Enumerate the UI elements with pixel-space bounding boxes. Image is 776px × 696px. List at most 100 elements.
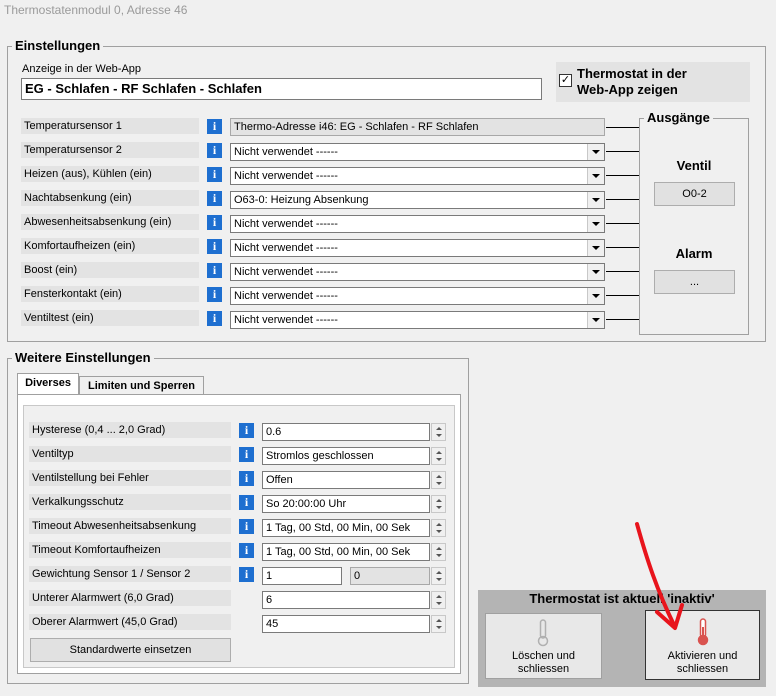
spin-up-icon[interactable]: [436, 523, 442, 526]
tab-diverses[interactable]: Diverses: [17, 373, 79, 395]
info-icon[interactable]: i: [239, 423, 254, 438]
row-label-verkalkungsschutz: Verkalkungsschutz: [29, 494, 231, 510]
spin-up-icon[interactable]: [436, 595, 442, 598]
tab-limiten-und-sperren[interactable]: Limiten und Sperren: [79, 376, 204, 395]
row-label-nachtabsenkung: Nachtabsenkung (ein): [21, 190, 199, 206]
spin-down-icon[interactable]: [436, 482, 442, 485]
info-icon[interactable]: i: [207, 191, 222, 206]
info-icon[interactable]: i: [207, 143, 222, 158]
timeout-abwesenheit-input[interactable]: 1 Tag, 00 Std, 00 Min, 00 Sek: [262, 519, 430, 537]
spin-up-icon[interactable]: [436, 475, 442, 478]
webapp-checkbox[interactable]: ✓: [559, 74, 572, 87]
aktivieren-label-line1: Aktivieren und: [667, 650, 738, 662]
connector-line: [606, 127, 639, 128]
chevron-down-icon[interactable]: [587, 312, 604, 328]
fensterkontakt-select[interactable]: Nicht verwendet ------: [230, 287, 605, 305]
unterer-alarmwert-spinner[interactable]: [431, 591, 446, 609]
spin-down-icon[interactable]: [436, 530, 442, 533]
info-icon[interactable]: i: [207, 167, 222, 182]
timeout-abwesenheit-spinner[interactable]: [431, 519, 446, 537]
webapp-name-input[interactable]: EG - Schlafen - RF Schlafen - Schlafen: [21, 78, 542, 100]
hysterese-spinner[interactable]: [431, 423, 446, 441]
spin-up-icon[interactable]: [436, 451, 442, 454]
webapp-checkbox-panel[interactable]: ✓ Thermostat in der Web-App zeigen: [556, 62, 750, 102]
spin-down-icon[interactable]: [436, 602, 442, 605]
verkalkungsschutz-spinner[interactable]: [431, 495, 446, 513]
info-icon[interactable]: i: [207, 287, 222, 302]
info-icon[interactable]: i: [239, 543, 254, 558]
hysterese-input[interactable]: 0.6: [262, 423, 430, 441]
spin-down-icon[interactable]: [436, 626, 442, 629]
alarm-label: Alarm: [675, 246, 713, 261]
row-label-boost: Boost (ein): [21, 262, 199, 278]
ventiltest-select[interactable]: Nicht verwendet ------: [230, 311, 605, 329]
heizen-kuehlen-select[interactable]: Nicht verwendet ------: [230, 167, 605, 185]
info-icon[interactable]: i: [207, 311, 222, 326]
unterer-alarmwert-input[interactable]: 6: [262, 591, 430, 609]
aktivieren-label-line2: schliessen: [676, 663, 729, 675]
temperatursensor-2-select[interactable]: Nicht verwendet ------: [230, 143, 605, 161]
spin-down-icon[interactable]: [436, 458, 442, 461]
spin-up-icon[interactable]: [436, 499, 442, 502]
ventiltyp-spinner[interactable]: [431, 447, 446, 465]
ventil-output-button[interactable]: O0-2: [654, 182, 735, 206]
chevron-down-icon[interactable]: [587, 264, 604, 280]
row-label-ventiltyp: Ventiltyp: [29, 446, 231, 462]
info-icon[interactable]: i: [207, 119, 222, 134]
ventilstellung-spinner[interactable]: [431, 471, 446, 489]
loeschen-label-line1: Löschen und: [512, 650, 575, 662]
info-icon[interactable]: i: [239, 519, 254, 534]
oberer-alarmwert-input[interactable]: 45: [262, 615, 430, 633]
info-icon[interactable]: i: [239, 471, 254, 486]
window-title: Thermostatenmodul 0, Adresse 46: [0, 0, 776, 20]
verkalkungsschutz-input[interactable]: So 20:00:00 Uhr: [262, 495, 430, 513]
chevron-down-icon[interactable]: [587, 216, 604, 232]
abwesenheitsabsenkung-select[interactable]: Nicht verwendet ------: [230, 215, 605, 233]
info-icon[interactable]: i: [207, 215, 222, 230]
nachtabsenkung-select[interactable]: O63-0: Heizung Absenkung: [230, 191, 605, 209]
boost-select[interactable]: Nicht verwendet ------: [230, 263, 605, 281]
spin-up-icon[interactable]: [436, 571, 442, 574]
info-icon[interactable]: i: [239, 495, 254, 510]
chevron-down-icon[interactable]: [587, 144, 604, 160]
row-label-timeout-abwesenheit: Timeout Abwesenheitsabsenkung: [29, 518, 231, 534]
row-label-unterer-alarmwert: Unterer Alarmwert (6,0 Grad): [29, 590, 231, 606]
loeschen-label-line2: schliessen: [517, 663, 570, 675]
ventiltyp-input[interactable]: Stromlos geschlossen: [262, 447, 430, 465]
connector-line: [606, 247, 639, 248]
spin-down-icon[interactable]: [436, 578, 442, 581]
gewichtung-sensor-1-input[interactable]: 1: [262, 567, 342, 585]
chevron-down-icon[interactable]: [587, 288, 604, 304]
spin-down-icon[interactable]: [436, 554, 442, 557]
timeout-komfort-input[interactable]: 1 Tag, 00 Std, 00 Min, 00 Sek: [262, 543, 430, 561]
chevron-down-icon[interactable]: [587, 240, 604, 256]
einstellungen-legend: Einstellungen: [12, 39, 104, 53]
ventilstellung-input[interactable]: Offen: [262, 471, 430, 489]
thermometer-icon: [697, 618, 709, 646]
loeschen-button[interactable]: Löschen und schliessen: [485, 613, 602, 679]
webapp-checkbox-label-line1: Thermostat in der: [577, 66, 687, 81]
oberer-alarmwert-spinner[interactable]: [431, 615, 446, 633]
row-label-ventiltest: Ventiltest (ein): [21, 310, 199, 326]
weitere-einstellungen-legend: Weitere Einstellungen: [12, 351, 154, 365]
row-label-abwesenheitsabsenkung: Abwesenheitsabsenkung (ein): [21, 214, 199, 230]
spin-down-icon[interactable]: [436, 434, 442, 437]
chevron-down-icon[interactable]: [587, 168, 604, 184]
gewichtung-spinner[interactable]: [431, 567, 446, 585]
row-label-ventilstellung: Ventilstellung bei Fehler: [29, 470, 231, 486]
info-icon[interactable]: i: [239, 567, 254, 582]
info-icon[interactable]: i: [207, 239, 222, 254]
spin-up-icon[interactable]: [436, 619, 442, 622]
spin-up-icon[interactable]: [436, 427, 442, 430]
timeout-komfort-spinner[interactable]: [431, 543, 446, 561]
info-icon[interactable]: i: [207, 263, 222, 278]
info-icon[interactable]: i: [239, 447, 254, 462]
spin-down-icon[interactable]: [436, 506, 442, 509]
spin-up-icon[interactable]: [436, 547, 442, 550]
komfortaufheizen-select[interactable]: Nicht verwendet ------: [230, 239, 605, 257]
chevron-down-icon[interactable]: [587, 192, 604, 208]
connector-line: [606, 319, 639, 320]
standardwerte-button[interactable]: Standardwerte einsetzen: [30, 638, 231, 662]
connector-line: [606, 295, 639, 296]
alarm-output-button[interactable]: ...: [654, 270, 735, 294]
